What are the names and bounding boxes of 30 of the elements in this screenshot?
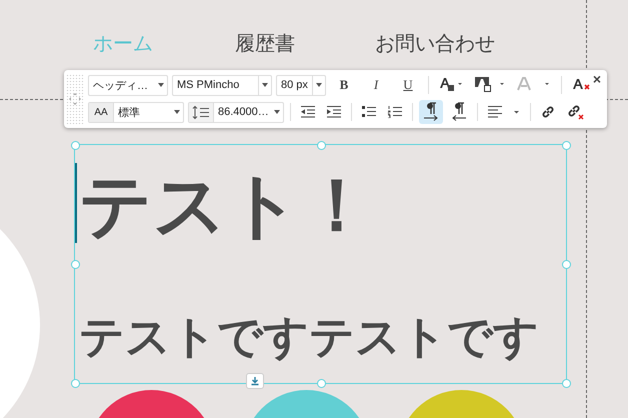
- bold-button[interactable]: B: [330, 74, 358, 96]
- resize-handle[interactable]: [562, 379, 571, 388]
- resize-handle[interactable]: [562, 141, 571, 150]
- resize-handle[interactable]: [71, 379, 80, 388]
- close-button[interactable]: ×: [590, 72, 604, 86]
- spacing-dropdown[interactable]: AA 標準: [88, 102, 184, 122]
- caret-icon: [274, 110, 280, 114]
- caret-icon: [262, 83, 268, 87]
- nav-link[interactable]: お問い合わせ: [375, 30, 495, 58]
- nav-link[interactable]: 履歴書: [235, 30, 295, 58]
- resize-handle[interactable]: [71, 141, 80, 150]
- resize-handle[interactable]: [71, 260, 80, 269]
- italic-button[interactable]: I: [362, 74, 390, 96]
- resize-handle[interactable]: [316, 141, 326, 150]
- underline-button[interactable]: U: [394, 74, 422, 96]
- download-icon[interactable]: [246, 373, 264, 389]
- line-height-dropdown[interactable]: 86.4000…: [188, 102, 284, 122]
- resize-handle[interactable]: [316, 379, 326, 388]
- heading-text: テスト！: [79, 165, 373, 248]
- caret-icon: [316, 83, 322, 87]
- line-height-icon: [189, 102, 214, 122]
- move-handle-icon[interactable]: [66, 74, 84, 124]
- font-dropdown[interactable]: MS PMincho: [172, 74, 272, 96]
- left-to-right-icon[interactable]: [419, 100, 443, 124]
- size-dropdown[interactable]: 80 px: [276, 74, 326, 96]
- body-text: テストですテストです: [79, 311, 539, 364]
- caret-icon: [174, 110, 180, 114]
- style-dropdown[interactable]: ヘッディ…: [88, 74, 168, 96]
- caret-icon: [158, 83, 164, 87]
- resize-handle[interactable]: [562, 260, 571, 269]
